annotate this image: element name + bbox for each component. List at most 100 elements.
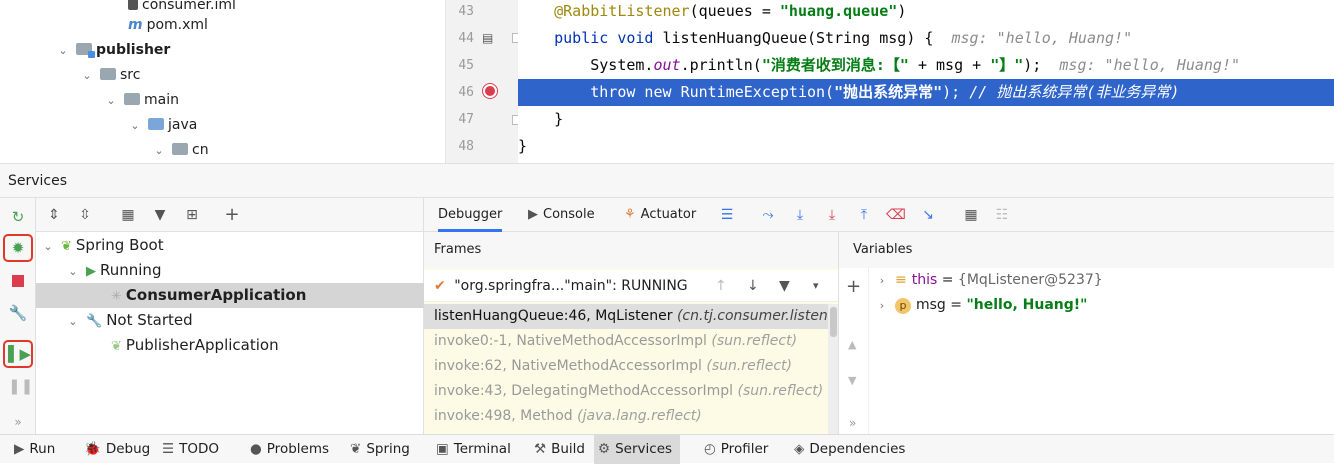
frame-method: listenHuangQueue:46, MqListener (434, 308, 673, 324)
code-line[interactable]: System.out.println("消费者收到消息:【" + msg + "… (518, 52, 1240, 79)
tab-actuator[interactable]: ⚘ Actuator (624, 198, 696, 232)
chevron-down-icon[interactable]: ⌄ (41, 234, 55, 259)
rerun-icon[interactable]: ↻ (8, 207, 28, 227)
run-to-cursor-icon[interactable]: ↘ (918, 205, 938, 225)
stack-frame[interactable]: listenHuangQueue:46, MqListener (cn.tj.c… (424, 304, 828, 329)
toolwindow-build[interactable]: ⚒ Build (530, 435, 593, 464)
code-editor[interactable]: @RabbitListener(queues = "huang.queue") … (518, 0, 1334, 163)
thread-selector[interactable]: ✔ "org.springfra..."main": RUNNING ↑ ↓ ▼… (424, 270, 838, 302)
frame-method: invoke:498, Method (434, 408, 573, 424)
chevron-right-icon[interactable]: › (875, 293, 889, 318)
chevron-right-icon[interactable]: › (875, 268, 889, 293)
code-token: ) (897, 2, 907, 20)
chevron-down-icon[interactable]: ⌄ (66, 259, 80, 284)
filter-icon[interactable]: ▼ (779, 270, 790, 302)
folder-icon (100, 68, 116, 80)
code-token: } (518, 110, 564, 128)
code-line[interactable]: throw new RuntimeException("抛出系统异常"); //… (518, 79, 1334, 106)
frame-method: invoke:43, DelegatingMethodAccessorImpl (434, 383, 734, 399)
chevron-down-icon[interactable]: ▾ (813, 270, 819, 302)
variables-title: Variables (839, 232, 1334, 268)
code-token: @RabbitListener (518, 2, 690, 20)
line-number: 46 (458, 85, 474, 100)
settings-wrench-icon[interactable]: 🔧 (8, 303, 28, 323)
variable-row[interactable]: › p msg = "hello, Huang!" (875, 293, 1087, 318)
toolwindow-todo[interactable]: ☰ TODO (158, 435, 227, 464)
toolwindow-debug[interactable]: 🐞 Debug (80, 435, 158, 464)
code-token: msg: "hello, Huang!" (1059, 56, 1241, 74)
project-tree-label: consumer.iml (142, 0, 236, 13)
stack-frame[interactable]: invoke:43, DelegatingMethodAccessorImpl … (424, 379, 828, 404)
toolwindow-run[interactable]: ▶ Run (10, 435, 63, 464)
chevron-down-icon[interactable]: ⌄ (104, 88, 118, 113)
frame-package: (sun.reflect) (711, 333, 798, 349)
project-tree-row[interactable]: ⌄ publisher (56, 38, 170, 63)
scrollbar[interactable] (828, 304, 838, 434)
services-tree-item[interactable]: ✳ ConsumerApplication (36, 283, 424, 308)
more-icon[interactable]: » (8, 412, 28, 432)
collapse-all-icon[interactable]: ⇳ (75, 205, 95, 225)
project-tree-row[interactable]: ⌄ cn (152, 138, 208, 163)
project-tree-label: pom.xml (146, 17, 208, 33)
drop-frame-icon[interactable]: ⌫ (886, 205, 906, 225)
variable-row[interactable]: › ≡ this = {MqListener@5237} (875, 268, 1103, 293)
code-line[interactable]: public void listenHuangQueue(String msg)… (518, 25, 1132, 52)
services-tree-label: Spring Boot (75, 236, 164, 254)
chevron-down-icon[interactable]: ⌄ (80, 63, 94, 88)
services-tree[interactable]: ⌄ ❦ Spring Boot ⌄ ▶ Running ✳ ConsumerApplicati… (36, 232, 424, 434)
breakpoint-icon[interactable] (483, 84, 497, 98)
project-tree-row[interactable]: ⌄ src (80, 63, 140, 88)
move-up-icon[interactable]: ▲ (848, 338, 856, 351)
add-icon[interactable]: + (222, 205, 242, 225)
move-down-icon[interactable]: ▼ (848, 374, 856, 387)
toolwindow-problems[interactable]: ● Problems (246, 435, 337, 464)
services-tree-label: Running (100, 261, 162, 279)
group-icon[interactable]: ▦ (118, 205, 138, 225)
project-tree-row[interactable]: ⌄ java (128, 113, 197, 138)
spring-icon: ❦ (350, 441, 362, 457)
code-line[interactable]: @RabbitListener(queues = "huang.queue") (518, 0, 906, 25)
step-into-icon[interactable]: ⤓ (822, 205, 842, 225)
variable-value: "hello, Huang!" (966, 297, 1088, 313)
frames-title: Frames (424, 232, 838, 268)
tab-console[interactable]: ▶ Console (528, 198, 595, 232)
stack-frame[interactable]: invoke0:-1, NativeMethodAccessorImpl (su… (424, 329, 828, 354)
toolwindow-profiler[interactable]: ◴ Profiler (700, 435, 776, 464)
code-line[interactable]: } (518, 106, 563, 133)
chevron-down-icon[interactable]: ⌄ (56, 38, 70, 63)
more-icon[interactable]: » (849, 416, 856, 430)
trace-icon[interactable]: ☷ (992, 205, 1012, 225)
show-execution-point-icon[interactable]: ⤳ (758, 205, 778, 225)
toolwindow-terminal[interactable]: ▣ Terminal (432, 435, 519, 464)
code-line[interactable]: } (518, 133, 527, 160)
project-tree-row[interactable]: ⌄ main (104, 88, 179, 113)
bookmark-icon[interactable]: ▤ (482, 32, 494, 44)
step-out-icon[interactable]: ⤒ (854, 205, 874, 225)
resume-program-icon[interactable]: ▌▶ (8, 344, 31, 364)
chevron-down-icon[interactable]: ⌄ (128, 113, 142, 138)
filter-icon[interactable]: ▼ (150, 205, 170, 225)
tab-debugger[interactable]: Debugger (438, 198, 503, 232)
toolwindow-services[interactable]: ⚙ Services (594, 435, 681, 464)
project-tree-row[interactable]: m pom.xml (128, 13, 208, 38)
add-watch-icon[interactable]: + (846, 276, 861, 297)
up-arrow-icon[interactable]: ↑ (715, 270, 727, 302)
chevron-down-icon[interactable]: ⌄ (152, 138, 166, 163)
down-arrow-icon[interactable]: ↓ (747, 270, 759, 302)
step-over-icon[interactable]: ⤓ (790, 205, 810, 225)
tab-label: Debugger (438, 207, 503, 222)
code-token: RuntimeException( (680, 83, 835, 101)
new-tab-icon[interactable]: ⊞ (182, 205, 202, 225)
toolwindow-dependencies[interactable]: ◈ Dependencies (790, 435, 913, 464)
stack-frame[interactable]: invoke:62, NativeMethodAccessorImpl (sun… (424, 354, 828, 379)
pause-icon[interactable]: ❚❚ (8, 376, 33, 396)
expand-all-icon[interactable]: ⇕ (44, 205, 64, 225)
chevron-down-icon[interactable]: ⌄ (66, 309, 80, 334)
debug-restart-icon[interactable]: ✹ (8, 238, 28, 258)
stop-icon[interactable] (8, 271, 28, 291)
menu-icon[interactable]: ☰ (717, 205, 737, 225)
run-icon: ▶ (86, 264, 96, 279)
evaluate-icon[interactable]: ▦ (961, 205, 981, 225)
toolwindow-spring[interactable]: ❦ Spring (346, 435, 418, 464)
stack-frame[interactable]: invoke:498, Method (java.lang.reflect) (424, 404, 828, 429)
